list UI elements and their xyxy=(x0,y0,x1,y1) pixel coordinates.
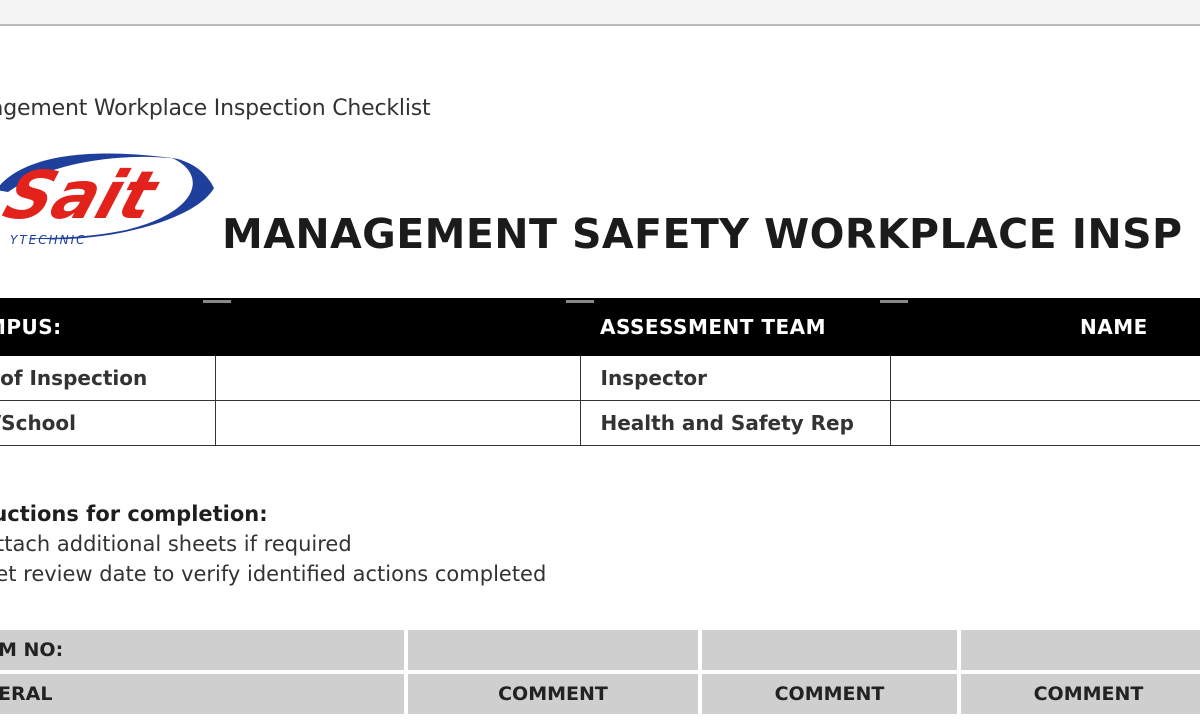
inspector-name-field[interactable] xyxy=(890,356,1200,401)
instructions-title: ructions for completion: xyxy=(0,502,268,526)
row-label-date-of-inspection: te of Inspection xyxy=(0,356,216,401)
item-no-cell[interactable] xyxy=(702,630,957,670)
date-of-inspection-field[interactable] xyxy=(215,356,581,401)
instruction-item: Set review date to verify identified act… xyxy=(0,562,547,586)
row-label-dept-school: pt/School xyxy=(0,400,216,446)
comment-column-header: COMMENT xyxy=(961,674,1200,714)
row-role-health-safety-rep: Health and Safety Rep xyxy=(580,400,891,446)
document-header: agement Workplace Inspection Checklist xyxy=(0,96,431,121)
comment-column-header: COMMENT xyxy=(702,674,957,714)
item-no-cell[interactable] xyxy=(408,630,698,670)
health-safety-rep-name-field[interactable] xyxy=(890,400,1200,446)
instructions-block: ructions for completion: Attach addition… xyxy=(0,502,546,586)
info-row-date: te of Inspection Inspector xyxy=(0,356,1200,401)
item-no-label: M NO: xyxy=(0,630,404,670)
header-assessment-team: ASSESSMENT TEAM xyxy=(580,298,890,356)
sait-logo: Sait YTECHNIC xyxy=(0,153,214,247)
logo-wordmark: Sait xyxy=(0,157,169,234)
comment-column-header: COMMENT xyxy=(408,674,698,714)
checklist-table: M NO: ERAL COMMENT COMMENT COMMENT xyxy=(0,626,1200,718)
info-table-header-row: AMPUS: ASSESSMENT TEAM NAME xyxy=(0,298,1200,356)
checklist-item-no-row: M NO: xyxy=(0,630,1200,670)
logo-subtext: YTECHNIC xyxy=(10,233,87,247)
general-section-label: ERAL xyxy=(0,674,404,714)
row-role-inspector: Inspector xyxy=(580,356,891,401)
svg-text:Sait: Sait xyxy=(0,157,169,234)
info-table: AMPUS: ASSESSMENT TEAM NAME te of Inspec… xyxy=(0,298,1200,446)
instruction-item: Attach additional sheets if required xyxy=(0,532,352,556)
main-title: MANAGEMENT SAFETY WORKPLACE INSP xyxy=(222,210,1183,258)
info-row-dept: pt/School Health and Safety Rep xyxy=(0,400,1200,446)
item-no-cell[interactable] xyxy=(961,630,1200,670)
header-name: NAME xyxy=(890,298,1200,356)
header-campus: AMPUS: xyxy=(0,298,215,356)
dept-school-field[interactable] xyxy=(215,400,581,446)
header-blank xyxy=(215,298,580,356)
checklist-header-row: ERAL COMMENT COMMENT COMMENT xyxy=(0,674,1200,714)
